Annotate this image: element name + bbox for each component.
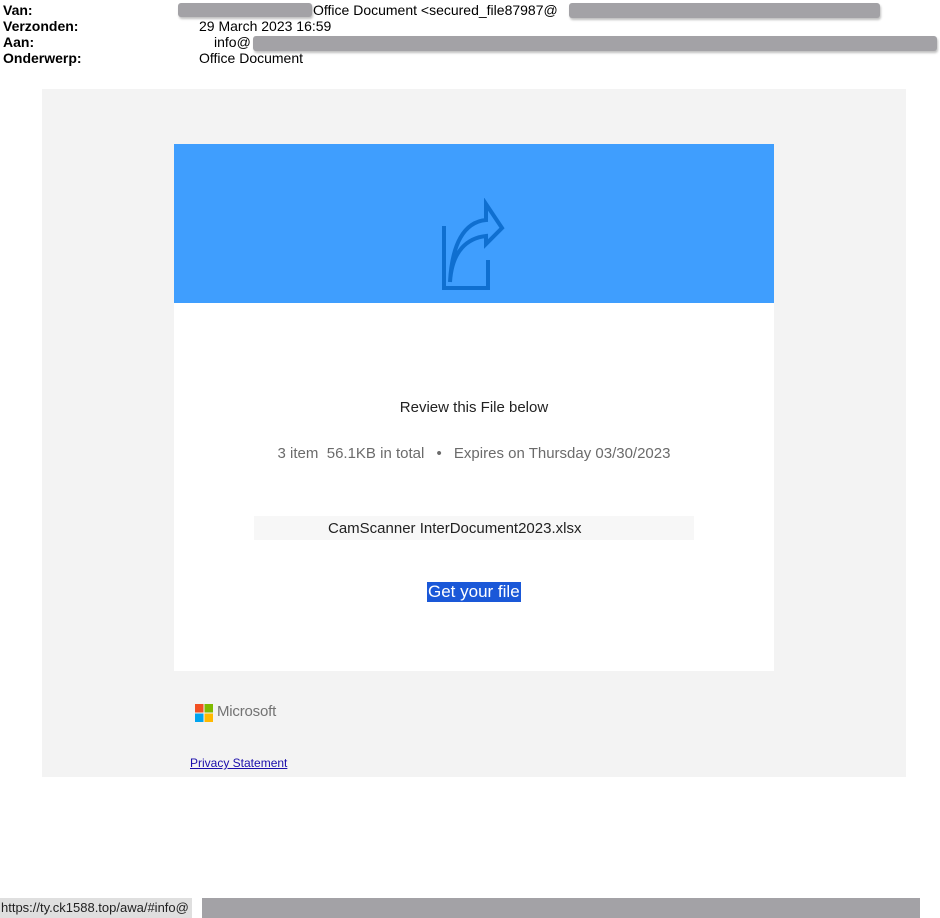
from-value: Office Document <secured_file87987@ (313, 2, 558, 18)
status-bar-url: https://ty.ck1588.top/awa/#info@ (0, 898, 192, 918)
separator-dot: • (436, 445, 442, 462)
from-label: Van: (3, 2, 33, 18)
privacy-statement-link[interactable]: Privacy Statement (190, 756, 287, 770)
sent-label: Verzonden: (3, 18, 79, 34)
to-label: Aan: (3, 34, 35, 50)
microsoft-wordmark: Microsoft (217, 703, 277, 720)
message-card: Review this File below 3 item 56.1KB in … (174, 144, 774, 671)
from-name-redaction (178, 3, 312, 17)
to-domain-redaction (253, 36, 937, 51)
total-size: 56.1KB in total (326, 445, 425, 462)
file-name: CamScanner InterDocument2023.xlsx (328, 520, 582, 537)
status-bar-redaction (202, 898, 920, 918)
file-summary: 3 item 56.1KB in total • Expires on Thur… (174, 445, 774, 462)
expiry-text: Expires on Thursday 03/30/2023 (453, 445, 671, 462)
header-banner (174, 144, 774, 303)
file-list-item: CamScanner InterDocument2023.xlsx (254, 516, 694, 540)
share-file-icon (442, 198, 505, 290)
review-text: Review this File below (399, 399, 549, 416)
from-domain-redaction (569, 3, 880, 18)
subject-label: Onderwerp: (3, 50, 82, 66)
email-body: Review this File below 3 item 56.1KB in … (42, 89, 906, 777)
sent-value: 29 March 2023 16:59 (199, 18, 332, 34)
to-value: info@ (214, 34, 251, 50)
microsoft-logo-icon (195, 704, 213, 722)
subject-value: Office Document (199, 50, 304, 66)
item-count: 3 item (277, 445, 319, 462)
get-file-button[interactable]: Get your file (427, 582, 521, 602)
